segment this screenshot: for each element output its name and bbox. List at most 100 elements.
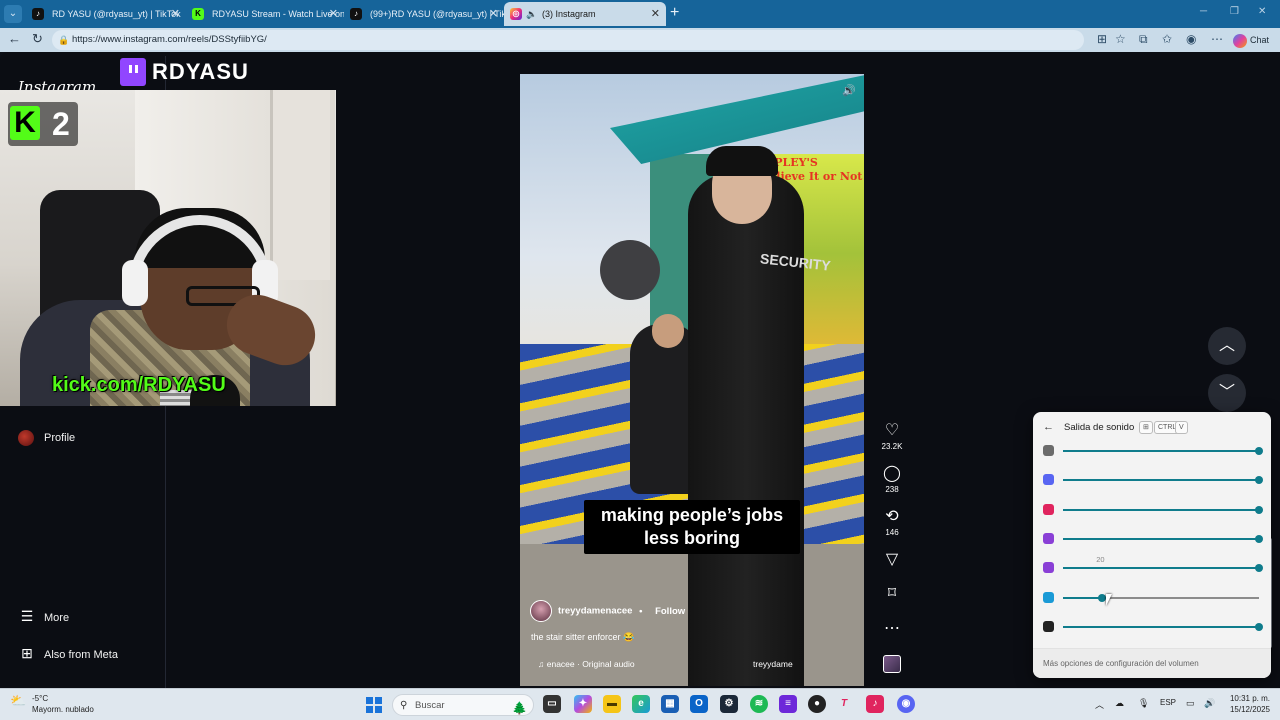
volume-slider[interactable]	[1063, 594, 1259, 602]
share-button[interactable]: ▽	[876, 551, 908, 569]
reel-video[interactable]: RIPLEY'S Believe It or Not SECURITY 🔊	[520, 74, 864, 686]
tab-instagram[interactable]: ◎ 🔈 (3) Instagram ✕	[504, 2, 666, 26]
author-username[interactable]: treyydamenacee	[558, 606, 632, 617]
audio-label: enacee · Original audio	[546, 659, 635, 669]
language-indicator[interactable]: ESP	[1160, 698, 1176, 707]
edge-taskbar-icon[interactable]: e	[632, 695, 650, 713]
volume-slider-thumb[interactable]	[1255, 476, 1263, 484]
search-icon: ⚲	[400, 700, 408, 711]
obs-icon[interactable]: ●	[808, 695, 826, 713]
volume-slider[interactable]	[1063, 476, 1263, 484]
search-highlight-icon: 🌲	[512, 701, 527, 715]
volume-slider[interactable]	[1063, 535, 1263, 543]
lock-icon: 🔒	[58, 35, 70, 45]
weather-widget[interactable]: ⛅ -5°C Mayorm. nublado	[10, 693, 94, 715]
tab-actions-menu-button[interactable]: ⌄	[4, 5, 22, 23]
discord-icon[interactable]: ◉	[897, 695, 915, 713]
comment-button[interactable]: ◯ 238	[876, 465, 908, 494]
reel-description[interactable]: the stair sitter enforcer 😂	[531, 632, 634, 643]
volume-icon[interactable]: 🔊	[1204, 698, 1215, 709]
onedrive-icon[interactable]: ☁	[1115, 698, 1124, 709]
favorites-icon[interactable]: ✩	[1162, 32, 1172, 46]
more-volume-settings-link[interactable]: Más opciones de configuración del volume…	[1033, 648, 1271, 678]
close-tab-icon[interactable]: ✕	[489, 2, 498, 26]
follow-button[interactable]: Follow	[655, 606, 685, 617]
close-window-icon[interactable]: ✕	[1258, 6, 1266, 17]
author-avatar[interactable]	[530, 600, 552, 622]
profile-icon[interactable]: ◉	[1186, 32, 1196, 46]
maximize-icon[interactable]: ❐	[1230, 6, 1239, 17]
taskbar-search[interactable]: ⚲ Buscar 🌲	[392, 694, 534, 716]
volume-slider-thumb[interactable]	[1255, 623, 1263, 631]
text-app-icon[interactable]: T	[835, 695, 853, 713]
meta-apps-icon: ⊞	[21, 645, 33, 661]
volume-slider-thumb[interactable]	[1098, 594, 1107, 602]
app-icon[interactable]: ≡	[779, 695, 797, 713]
tab-tiktok-1[interactable]: ♪ RD YASU (@rdyasu_yt) | TikTok ✕	[26, 2, 186, 26]
twitch-channel-name: RDYASU	[152, 59, 249, 84]
save-button[interactable]: ⌑	[876, 585, 908, 603]
tab-tiktok-2[interactable]: ♪ (99+)RD YASU (@rdyasu_yt) | TikTok ✕	[344, 2, 504, 26]
more-options-icon[interactable]: ⋯	[1211, 32, 1223, 46]
split-screen-icon[interactable]: ⊞	[1097, 32, 1107, 46]
minimize-icon[interactable]: ─	[1200, 6, 1207, 17]
volume-slider-thumb[interactable]	[1255, 447, 1263, 455]
steam-icon[interactable]: ⚙	[720, 695, 738, 713]
tab-kick-stream[interactable]: K RDYASU Stream - Watch Live on K ✕	[186, 2, 344, 26]
volume-slider-fill	[1063, 479, 1259, 481]
volume-slider[interactable]	[1063, 447, 1263, 455]
show-hidden-icons[interactable]: ︿	[1095, 698, 1104, 711]
refresh-icon[interactable]: ↻	[32, 31, 43, 47]
speaker-icon[interactable]: 🔈	[526, 2, 537, 26]
back-icon[interactable]: ←	[8, 31, 21, 46]
video-guard-cap	[706, 146, 778, 176]
outlook-icon[interactable]: O	[690, 695, 708, 713]
sound-icon[interactable]: 🔊	[842, 84, 856, 97]
microphone-icon[interactable]: 🎙	[1138, 698, 1149, 709]
repost-button[interactable]: ⟲ 146	[876, 508, 908, 537]
reel-author: treyydamenacee • Follow	[530, 600, 685, 623]
sidebar-item-more[interactable]: ☰ More	[18, 608, 69, 625]
sidebar-item-profile[interactable]: Profile	[18, 430, 75, 446]
file-explorer-icon[interactable]: ▬	[603, 695, 621, 713]
new-tab-button[interactable]: +	[670, 4, 679, 22]
edge-icon	[1043, 592, 1054, 603]
extensions-icon[interactable]: ⧉	[1139, 32, 1148, 47]
more-options-button[interactable]: ⋯	[876, 620, 908, 638]
volume-slider-fill	[1063, 626, 1259, 628]
close-tab-icon[interactable]: ✕	[329, 2, 338, 26]
volume-slider[interactable]: 20	[1063, 555, 1263, 572]
volume-slider-thumb[interactable]	[1255, 506, 1263, 514]
volume-slider-fill	[1063, 567, 1259, 569]
volume-slider-thumb[interactable]	[1255, 564, 1263, 572]
next-reel-button[interactable]: ﹀	[1208, 374, 1246, 412]
close-tab-icon[interactable]: ✕	[171, 2, 180, 26]
like-button[interactable]: ♡ 23.2K	[876, 422, 908, 451]
copilot-chat-button[interactable]: Chat	[1233, 31, 1269, 49]
task-view-icon[interactable]: ▭	[543, 695, 561, 713]
favorite-star-icon[interactable]: ☆	[1115, 32, 1126, 46]
volume-slider[interactable]	[1063, 506, 1263, 514]
previous-reel-button[interactable]: ︿	[1208, 327, 1246, 365]
copilot-taskbar-icon[interactable]: ✦	[574, 695, 592, 713]
store-icon[interactable]: ▦	[661, 695, 679, 713]
separator-dot: •	[639, 605, 643, 617]
clock[interactable]: 10:31 p. m. 15/12/2025	[1228, 693, 1270, 715]
url-field[interactable]: 🔒 https://www.instagram.com/reels/DSStyf…	[52, 30, 1084, 50]
start-button[interactable]	[366, 697, 382, 713]
close-tab-icon[interactable]: ✕	[651, 2, 660, 26]
back-arrow-icon[interactable]: ←	[1043, 421, 1054, 433]
reel-audio[interactable]: ♫ enacee · Original audio	[538, 659, 635, 669]
network-icon[interactable]: ▭	[1186, 698, 1195, 709]
search-placeholder: Buscar	[415, 700, 445, 711]
instagram-icon: ◎	[510, 8, 522, 20]
webcam-door	[270, 90, 330, 280]
sidebar-item-also-from-meta[interactable]: ⊞ Also from Meta	[18, 645, 118, 662]
volume-slider-thumb[interactable]	[1255, 535, 1263, 543]
spotify-icon[interactable]: ≋	[750, 695, 768, 713]
volume-slider[interactable]	[1063, 623, 1263, 631]
sidebar-item-label: Profile	[44, 431, 76, 444]
tiktok-taskbar-icon[interactable]: ♪	[866, 695, 884, 713]
app-volume-row: 20	[1043, 555, 1263, 575]
audio-thumbnail[interactable]	[883, 655, 901, 673]
